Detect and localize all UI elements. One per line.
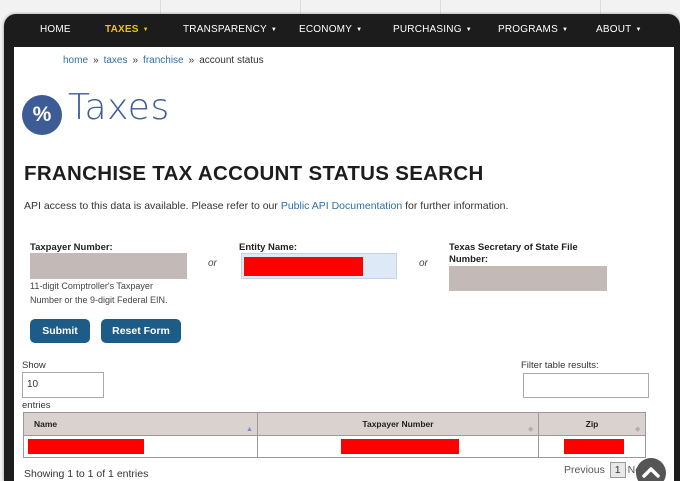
nav-label: PURCHASING [393, 24, 462, 35]
column-header-label: Name [34, 419, 58, 429]
api-docs-link[interactable]: Public API Documentation [281, 200, 402, 212]
caret-down-icon: ▼ [561, 27, 569, 33]
nav-label: HOME [40, 24, 71, 35]
caret-down-icon: ▼ [356, 27, 363, 33]
caret-down-icon: ▼ [142, 27, 149, 33]
nav-item-transparency[interactable]: TRANSPARENCY ▼ [183, 14, 277, 48]
browser-frame: HOME TAXES ▼ TRANSPARENCY ▼ ECONOMY ▼ PURCH… [4, 14, 680, 481]
breadcrumb: home » taxes » franchise » account status [63, 55, 264, 66]
show-label: Show [22, 360, 46, 371]
column-header-label: Taxpayer Number [362, 419, 434, 429]
entries-per-page-input[interactable]: 10 [22, 372, 104, 398]
column-header-label: Zip [585, 419, 599, 429]
sos-label-line: Number: [449, 254, 489, 265]
nav-item-programs[interactable]: PROGRAMS ▼ [498, 14, 568, 48]
chevron-up-icon [642, 467, 660, 478]
submit-button[interactable]: Submit [30, 319, 90, 343]
sos-file-number-label: Texas Secretary of State File Number: [449, 242, 578, 266]
breadcrumb-franchise[interactable]: franchise [143, 55, 184, 66]
percent-icon: % [22, 95, 62, 135]
nav-item-economy[interactable]: ECONOMY ▼ [299, 14, 362, 48]
taxpayer-help-line: 11-digit Comptroller's Taxpayer [30, 281, 153, 291]
nav-label: ABOUT [596, 24, 632, 35]
taxpayer-number-input[interactable] [30, 253, 187, 279]
entries-label: entries [22, 400, 51, 411]
intro-text: API access to this data is available. Pl… [24, 200, 508, 212]
filter-label: Filter table results: [521, 360, 599, 371]
taxpayer-number-label: Taxpayer Number: [30, 242, 113, 253]
redacted-value [564, 439, 624, 454]
scroll-to-top-button[interactable] [636, 458, 666, 481]
redacted-value [28, 439, 144, 454]
page-title: FRANCHISE TAX ACCOUNT STATUS SEARCH [24, 162, 484, 185]
taxpayer-help-line: Number or the 9-digit Federal EIN. [30, 295, 168, 305]
page-content: home » taxes » franchise » account status % Ta… [14, 47, 674, 481]
table-cell-name [23, 436, 258, 458]
breadcrumb-current: account status [199, 55, 264, 66]
pagination: Previous 1 Ne [564, 462, 641, 478]
breadcrumb-separator: » [188, 55, 195, 66]
nav-item-purchasing[interactable]: PURCHASING ▼ [393, 14, 472, 48]
column-header-zip[interactable]: Zip ◆ [538, 412, 646, 436]
column-header-taxpayer-number[interactable]: Taxpayer Number ◆ [257, 412, 539, 436]
caret-down-icon: ▼ [465, 27, 472, 33]
entity-name-label: Entity Name: [239, 242, 298, 253]
nav-item-home[interactable]: HOME [40, 14, 71, 48]
breadcrumb-separator: » [93, 55, 99, 66]
filter-input[interactable] [523, 373, 649, 398]
or-separator: or [208, 258, 217, 269]
section-title: Taxes [68, 87, 170, 128]
table-cell-zip [538, 436, 646, 458]
reset-form-button[interactable]: Reset Form [101, 319, 181, 343]
nav-label: PROGRAMS [498, 24, 558, 35]
redacted-value [244, 257, 363, 276]
nav-label: TAXES [105, 24, 139, 35]
sos-file-number-input[interactable] [449, 266, 607, 291]
column-header-name[interactable]: Name ▲ [23, 412, 258, 436]
taxpayer-help-text: 11-digit Comptroller's Taxpayer Number o… [30, 279, 168, 307]
breadcrumb-separator: » [132, 55, 139, 66]
redacted-value [341, 439, 459, 454]
nav-item-taxes[interactable]: TAXES ▼ [105, 14, 149, 48]
nav-item-about[interactable]: ABOUT ▼ [596, 14, 642, 48]
intro-after: for further information. [402, 200, 509, 212]
breadcrumb-home[interactable]: home [63, 55, 88, 66]
page-number-button[interactable]: 1 [609, 462, 626, 478]
or-separator: or [419, 258, 428, 269]
table-info: Showing 1 to 1 of 1 entries [24, 468, 149, 480]
entity-name-input[interactable] [241, 253, 397, 279]
previous-page-button[interactable]: Previous [564, 464, 605, 476]
nav-label: TRANSPARENCY [183, 24, 267, 35]
breadcrumb-taxes[interactable]: taxes [104, 55, 128, 66]
nav-label: ECONOMY [299, 24, 353, 35]
caret-down-icon: ▼ [270, 27, 278, 33]
main-nav: HOME TAXES ▼ TRANSPARENCY ▼ ECONOMY ▼ PURCH… [14, 14, 672, 48]
table-cell-taxpayer-number [257, 436, 539, 458]
caret-down-icon: ▼ [635, 27, 642, 33]
sos-label-line: Texas Secretary of State File [449, 242, 578, 253]
intro-before: API access to this data is available. Pl… [24, 200, 281, 212]
